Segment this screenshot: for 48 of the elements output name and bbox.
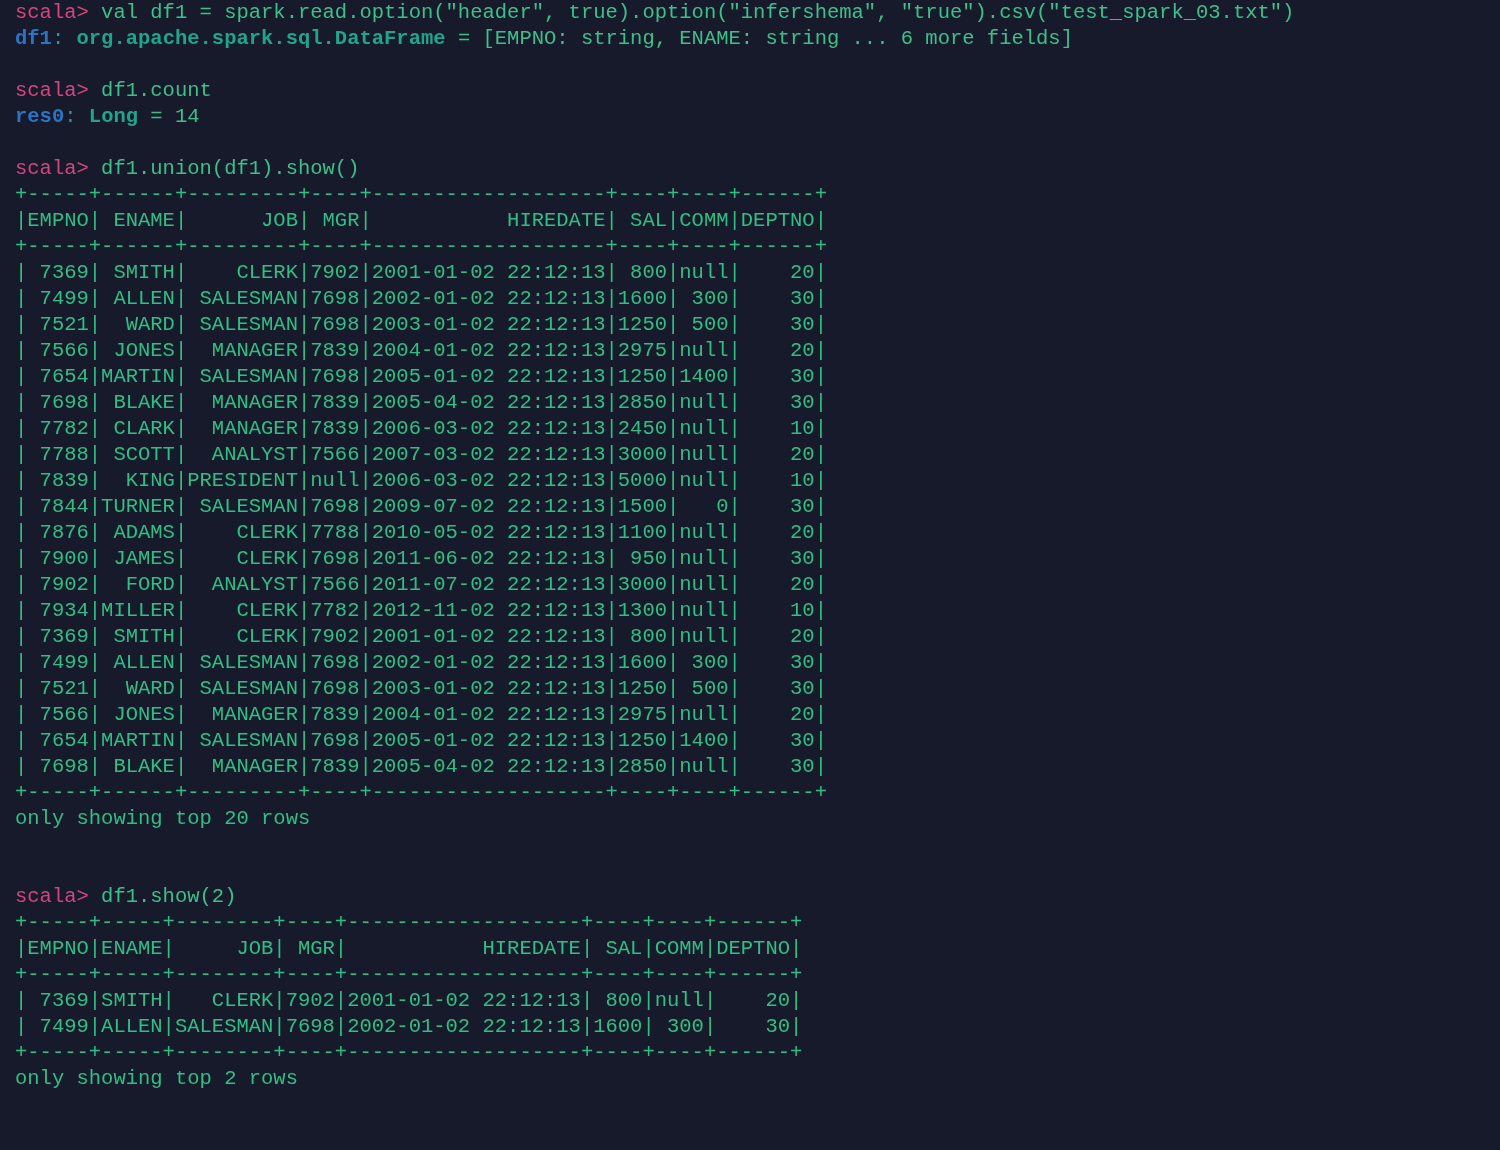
output-line: only showing top 20 rows xyxy=(15,806,311,832)
shell-prompt: scala> xyxy=(15,0,89,26)
output-line: | 7839| KING|PRESIDENT|null|2006-03-02 22:12:13|5000|null| 10| xyxy=(15,468,827,494)
output-line: | 7788| SCOTT| ANALYST|7566|2007-03-02 22:12:13|3000|null| 20| xyxy=(15,442,827,468)
shell-prompt: scala> xyxy=(15,884,89,910)
output-line: +-----+------+---------+----+-------------------+----+----+------+ xyxy=(15,182,827,208)
output-line: |EMPNO|ENAME| JOB| MGR| HIREDATE| SAL|COMM|DEPTNO| xyxy=(15,936,803,962)
output-line: |EMPNO| ENAME| JOB| MGR| HIREDATE| SAL|COMM|DEPTNO| xyxy=(15,208,827,234)
output-line: | 7499|ALLEN|SALESMAN|7698|2002-01-02 22:12:13|1600| 300| 30| xyxy=(15,1014,803,1040)
output-line: | 7499| ALLEN| SALESMAN|7698|2002-01-02 22:12:13|1600| 300| 30| xyxy=(15,286,827,312)
result-type: Long xyxy=(88,104,139,130)
shell-prompt: scala> xyxy=(15,156,89,182)
command-text: df1.union(df1).show() xyxy=(101,156,360,182)
output-line: | 7782| CLARK| MANAGER|7839|2006-03-02 22:12:13|2450|null| 10| xyxy=(15,416,827,442)
output-line: | 7521| WARD| SALESMAN|7698|2003-01-02 22:12:13|1250| 500| 30| xyxy=(15,312,827,338)
output-line: | 7369|SMITH| CLERK|7902|2001-01-02 22:12:13| 800|null| 20| xyxy=(15,988,803,1014)
output-line: | 7934|MILLER| CLERK|7782|2012-11-02 22:12:13|1300|null| 10| xyxy=(15,598,827,624)
output-line: +-----+------+---------+----+-------------------+----+----+------+ xyxy=(15,234,827,260)
output-line: | 7566| JONES| MANAGER|7839|2004-01-02 22:12:13|2975|null| 20| xyxy=(15,702,827,728)
output-line: | 7876| ADAMS| CLERK|7788|2010-05-02 22:12:13|1100|null| 20| xyxy=(15,520,827,546)
command-text: df1.show(2) xyxy=(101,884,237,910)
output-line: +-----+-----+--------+----+-------------------+----+----+------+ xyxy=(15,962,803,988)
result-name: res0 xyxy=(15,104,65,130)
shell-prompt: scala> xyxy=(15,78,89,104)
output-line: +-----+-----+--------+----+-------------------+----+----+------+ xyxy=(15,910,803,936)
output-line: | 7900| JAMES| CLERK|7698|2011-06-02 22:12:13| 950|null| 30| xyxy=(15,546,827,572)
output-line: | 7844|TURNER| SALESMAN|7698|2009-07-02 22:12:13|1500| 0| 30| xyxy=(15,494,827,520)
output-line: +-----+-----+--------+----+-------------------+----+----+------+ xyxy=(15,1040,803,1066)
result-value: = 14 xyxy=(150,104,200,130)
result-colon: : xyxy=(51,26,65,52)
command-text: df1.count xyxy=(101,78,212,104)
output-line: | 7654|MARTIN| SALESMAN|7698|2005-01-02 22:12:13|1250|1400| 30| xyxy=(15,728,827,754)
command-text: val df1 = spark.read.option("header", true).option("infershema", "true").csv("test_spark_03.txt") xyxy=(101,0,1295,26)
output-line: only showing top 2 rows xyxy=(15,1066,298,1092)
result-value: = [EMPNO: string, ENAME: string ... 6 more fields] xyxy=(457,26,1073,52)
output-line: | 7902| FORD| ANALYST|7566|2011-07-02 22:12:13|3000|null| 20| xyxy=(15,572,827,598)
output-line: | 7698| BLAKE| MANAGER|7839|2005-04-02 22:12:13|2850|null| 30| xyxy=(15,390,827,416)
output-line: | 7369| SMITH| CLERK|7902|2001-01-02 22:12:13| 800|null| 20| xyxy=(15,624,827,650)
result-name: df1 xyxy=(15,26,52,52)
output-line: +-----+------+---------+----+-------------------+----+----+------+ xyxy=(15,780,827,806)
output-line: | 7566| JONES| MANAGER|7839|2004-01-02 22:12:13|2975|null| 20| xyxy=(15,338,827,364)
output-line: | 7499| ALLEN| SALESMAN|7698|2002-01-02 22:12:13|1600| 300| 30| xyxy=(15,650,827,676)
result-colon: : xyxy=(64,104,77,130)
output-line: | 7654|MARTIN| SALESMAN|7698|2005-01-02 22:12:13|1250|1400| 30| xyxy=(15,364,827,390)
result-type: org.apache.spark.sql.DataFrame xyxy=(76,26,446,52)
output-line: | 7369| SMITH| CLERK|7902|2001-01-02 22:12:13| 800|null| 20| xyxy=(15,260,827,286)
output-line: | 7698| BLAKE| MANAGER|7839|2005-04-02 22:12:13|2850|null| 30| xyxy=(15,754,827,780)
output-line: | 7521| WARD| SALESMAN|7698|2003-01-02 22:12:13|1250| 500| 30| xyxy=(15,676,827,702)
